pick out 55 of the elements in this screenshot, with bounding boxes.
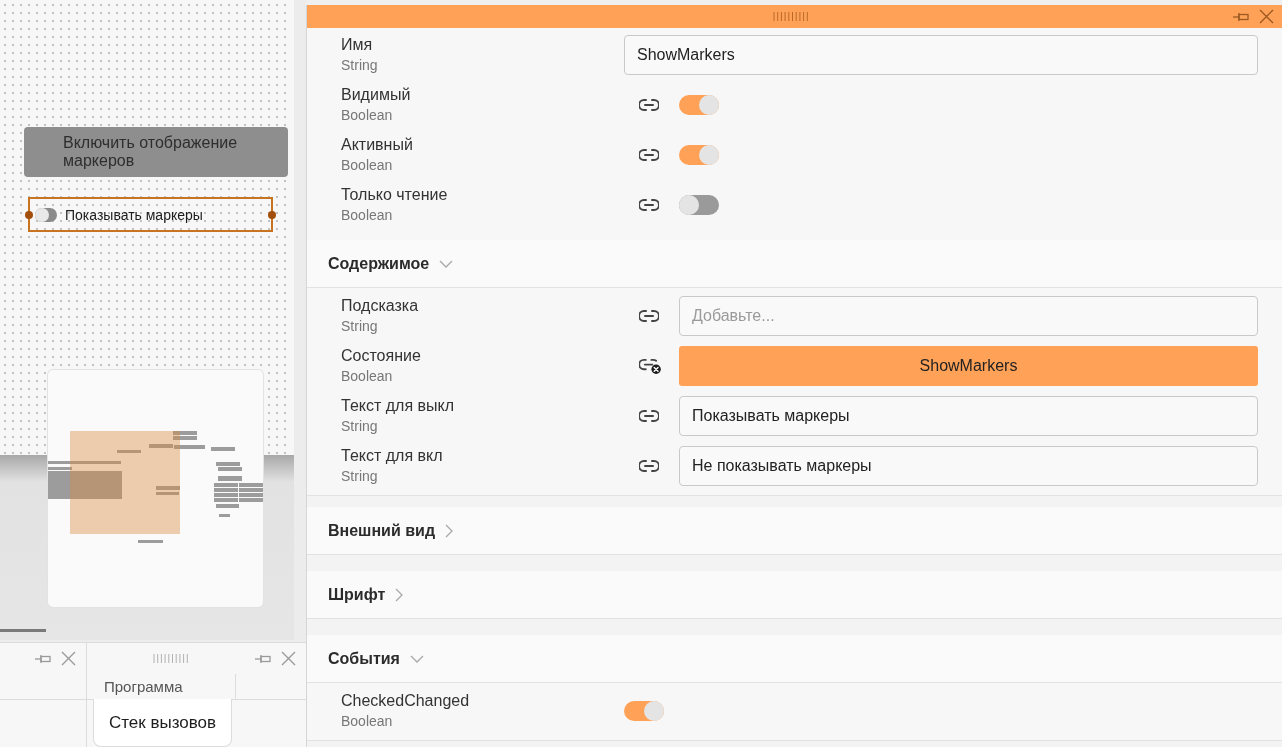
property-type: String [341,317,378,336]
property-type: Boolean [341,712,393,731]
scrollbar[interactable] [0,629,46,632]
text-field[interactable]: Не показывать маркеры [679,446,1258,486]
property-type: Boolean [341,367,393,386]
pin-icon[interactable] [1233,11,1249,22]
section-header[interactable]: Шрифт [307,571,1282,619]
toggle-switch[interactable] [679,145,719,165]
property-name: Только чтение [341,185,448,205]
property-type: Boolean [341,206,393,225]
link-x-icon[interactable] [639,358,661,374]
toggle-switch[interactable] [679,95,719,115]
property-type: String [341,56,378,75]
switch-widget[interactable]: Показывать маркеры [28,197,273,232]
link-icon[interactable] [639,199,659,211]
property-type: String [341,467,378,486]
property-name: Состояние [341,346,421,366]
section-header[interactable]: События [307,635,1282,683]
property-name: Имя [341,35,373,55]
toggle-switch[interactable] [624,701,664,721]
close-icon[interactable] [1259,9,1274,24]
property-name: Текст для выкл [341,396,455,416]
toggle-switch[interactable] [679,195,719,215]
link-icon[interactable] [639,99,659,111]
toggle-switch[interactable] [35,207,57,222]
property-type: Boolean [341,156,393,175]
close-icon[interactable] [61,651,76,666]
property-name: Видимый [341,85,411,105]
text-field[interactable]: ShowMarkers [624,35,1258,75]
pin-icon[interactable] [35,653,51,664]
section-header[interactable]: Внешний вид [307,507,1282,555]
property-name: Текст для вкл [341,446,443,466]
property-name: Подсказка [341,296,419,316]
link-icon[interactable] [639,410,659,422]
tab[interactable]: Стек вызовов [93,699,232,747]
switch-label: Показывать маркеры [65,206,203,223]
text-field[interactable]: Добавьте... [679,296,1258,336]
close-icon[interactable] [281,651,296,666]
minimap[interactable] [48,370,263,607]
link-icon[interactable] [639,149,659,161]
property-type: Boolean [341,106,393,125]
resize-handle[interactable] [268,210,276,219]
binding-field[interactable]: ShowMarkers [679,346,1258,386]
text-field[interactable]: Показывать маркеры [679,396,1258,436]
property-name: CheckedChanged [341,691,470,711]
property-name: Активный [341,135,413,155]
resize-handle[interactable] [25,210,33,219]
pin-icon[interactable] [255,653,271,664]
canvas-button[interactable]: Включить отображение маркеров [24,127,288,177]
property-type: String [341,417,378,436]
grip-icon[interactable] [152,654,190,663]
link-icon[interactable] [639,310,659,322]
grip-icon[interactable] [771,12,810,21]
link-icon[interactable] [639,460,659,472]
section-header[interactable]: Содержимое [307,240,1282,288]
